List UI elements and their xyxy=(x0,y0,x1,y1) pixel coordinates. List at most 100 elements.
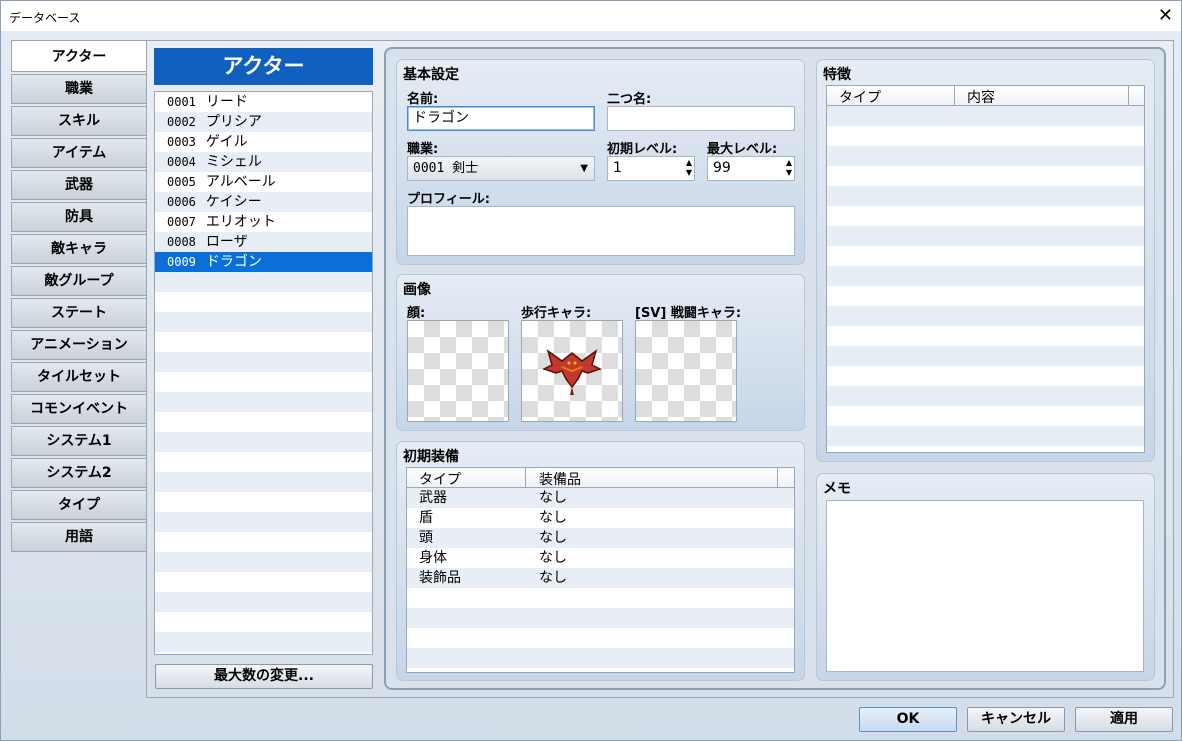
table-row[interactable] xyxy=(827,206,1144,226)
battler-image-slot[interactable] xyxy=(635,320,737,422)
list-item[interactable] xyxy=(155,552,372,572)
list-item[interactable] xyxy=(155,452,372,472)
list-item[interactable]: 0007 エリオット xyxy=(155,212,372,232)
actor-id: 0005 xyxy=(167,175,196,189)
tab-10[interactable]: タイルセット xyxy=(11,362,147,392)
table-row[interactable] xyxy=(827,226,1144,246)
list-item[interactable] xyxy=(155,392,372,412)
table-row[interactable] xyxy=(827,386,1144,406)
table-row[interactable] xyxy=(827,366,1144,386)
spinner-arrows-icon[interactable]: ▲ ▼ xyxy=(686,158,692,178)
table-row[interactable] xyxy=(827,266,1144,286)
change-max-button[interactable]: 最大数の変更... xyxy=(155,664,373,689)
list-item[interactable]: 0003 ゲイル xyxy=(155,132,372,152)
table-row[interactable]: 盾 なし xyxy=(407,508,794,528)
traits-table[interactable]: タイプ 内容 xyxy=(826,85,1145,453)
list-item[interactable] xyxy=(155,592,372,612)
list-item[interactable] xyxy=(155,412,372,432)
list-item[interactable] xyxy=(155,352,372,372)
ok-button[interactable]: OK xyxy=(859,707,957,732)
list-item[interactable] xyxy=(155,292,372,312)
table-row[interactable] xyxy=(827,306,1144,326)
list-item[interactable] xyxy=(155,272,372,292)
profile-label: プロフィール: xyxy=(407,192,490,207)
initial-level-spinner[interactable]: 1 ▲ ▼ xyxy=(607,156,695,181)
equip-type: 盾 xyxy=(419,510,433,526)
actor-id: 0002 xyxy=(167,115,196,129)
tab-11[interactable]: コモンイベント xyxy=(11,394,147,424)
equip-type: 武器 xyxy=(419,490,447,506)
table-row[interactable] xyxy=(827,286,1144,306)
character-image-slot[interactable] xyxy=(521,320,623,422)
table-row[interactable]: 武器 なし xyxy=(407,488,794,508)
tab-2[interactable]: スキル xyxy=(11,106,147,136)
table-row[interactable] xyxy=(827,186,1144,206)
tab-8[interactable]: ステート xyxy=(11,298,147,328)
nickname-input[interactable] xyxy=(607,106,795,131)
list-item[interactable] xyxy=(155,492,372,512)
table-row[interactable] xyxy=(827,446,1144,452)
memo-textarea[interactable] xyxy=(826,500,1144,672)
list-item[interactable]: 0006 ケイシー xyxy=(155,192,372,212)
col-equip-header: 装備品 xyxy=(539,472,581,488)
tab-9[interactable]: アニメーション xyxy=(11,330,147,360)
table-row[interactable] xyxy=(827,166,1144,186)
class-select[interactable]: 0001 剣士 ▼ xyxy=(407,156,595,181)
table-row[interactable] xyxy=(827,146,1144,166)
table-row[interactable] xyxy=(407,588,794,608)
actor-list[interactable]: 0001 リード 0002 プリシア 0003 ゲイル 0004 ミシェル 0005 アルベール 0… xyxy=(154,91,373,655)
list-item[interactable]: 0001 リード xyxy=(155,92,372,112)
list-item[interactable] xyxy=(155,572,372,592)
tab-13[interactable]: システム2 xyxy=(11,458,147,488)
table-row[interactable] xyxy=(407,648,794,668)
list-item[interactable]: 0009 ドラゴン xyxy=(155,252,372,272)
list-item[interactable]: 0008 ローザ xyxy=(155,232,372,252)
table-row[interactable] xyxy=(827,126,1144,146)
table-row[interactable] xyxy=(827,106,1144,126)
table-row[interactable] xyxy=(827,346,1144,366)
equipment-table[interactable]: タイプ 装備品 武器 なし盾なし頭なし 身体 なし 装飾品 なし xyxy=(406,467,795,673)
list-item[interactable] xyxy=(155,312,372,332)
table-row[interactable] xyxy=(827,326,1144,346)
list-item[interactable]: 0004 ミシェル xyxy=(155,152,372,172)
table-row[interactable] xyxy=(827,246,1144,266)
table-row[interactable] xyxy=(827,406,1144,426)
table-row[interactable] xyxy=(407,628,794,648)
table-row[interactable]: 頭 なし xyxy=(407,528,794,548)
list-item[interactable] xyxy=(155,532,372,552)
profile-textarea[interactable] xyxy=(407,206,795,256)
tab-14[interactable]: タイプ xyxy=(11,490,147,520)
list-item[interactable] xyxy=(155,372,372,392)
list-item[interactable]: 0002 プリシア xyxy=(155,112,372,132)
list-item[interactable] xyxy=(155,332,372,352)
max-level-spinner[interactable]: 99 ▲ ▼ xyxy=(707,156,795,181)
tab-7[interactable]: 敵グループ xyxy=(11,266,147,296)
face-image-slot[interactable] xyxy=(407,320,509,422)
name-input[interactable]: ドラゴン xyxy=(407,106,595,131)
list-item[interactable] xyxy=(155,472,372,492)
tab-1[interactable]: 職業 xyxy=(11,74,147,104)
nickname-label: 二つ名: xyxy=(607,92,652,107)
tab-0[interactable]: アクター xyxy=(11,40,147,72)
table-row[interactable] xyxy=(827,426,1144,446)
apply-button[interactable]: 適用 xyxy=(1075,707,1173,732)
table-row[interactable]: 身体 なし xyxy=(407,548,794,568)
list-item[interactable]: 0005 アルベール xyxy=(155,172,372,192)
col-type-header: タイプ xyxy=(419,472,461,488)
tab-4[interactable]: 武器 xyxy=(11,170,147,200)
table-row[interactable]: 装飾品 なし xyxy=(407,568,794,588)
list-item[interactable] xyxy=(155,612,372,632)
tab-12[interactable]: システム1 xyxy=(11,426,147,456)
list-item[interactable] xyxy=(155,632,372,652)
cancel-button[interactable]: キャンセル xyxy=(967,707,1065,732)
list-item[interactable] xyxy=(155,432,372,452)
tab-3[interactable]: アイテム xyxy=(11,138,147,168)
table-row[interactable] xyxy=(407,608,794,628)
close-icon[interactable]: ✕ xyxy=(1158,5,1173,26)
equip-type: 頭 xyxy=(419,530,433,546)
spinner-arrows-icon[interactable]: ▲ ▼ xyxy=(786,158,792,178)
tab-6[interactable]: 敵キャラ xyxy=(11,234,147,264)
tab-15[interactable]: 用語 xyxy=(11,522,147,552)
tab-5[interactable]: 防具 xyxy=(11,202,147,232)
list-item[interactable] xyxy=(155,512,372,532)
